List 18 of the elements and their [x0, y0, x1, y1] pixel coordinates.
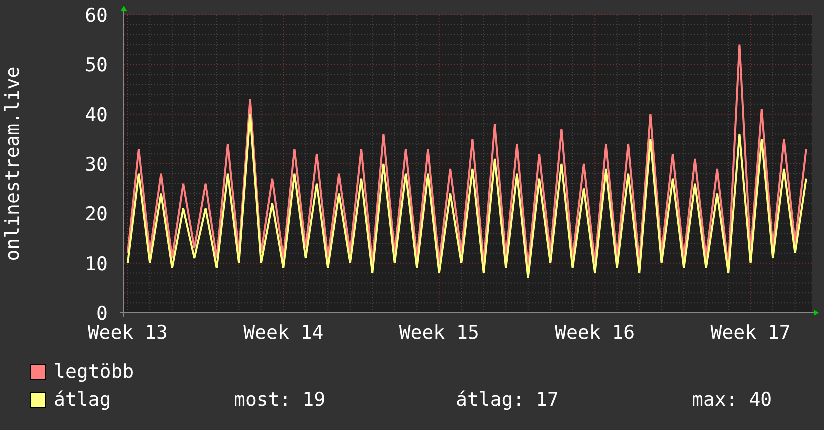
y-tick-label: 50 — [85, 54, 108, 77]
y-axis-label: onlinestream.live — [2, 66, 24, 262]
legend-stat: most: 19 — [234, 388, 327, 413]
y-tick-label: 30 — [85, 154, 108, 176]
legend-label: átlag — [54, 388, 112, 413]
x-tick-label: Week 16 — [555, 322, 636, 344]
x-tick-label: Week 14 — [244, 322, 324, 344]
y-tick-label: 10 — [85, 253, 108, 276]
y-tick-label: 60 — [85, 5, 108, 27]
x-tick-label: Week 17 — [710, 322, 791, 344]
x-tick-label: Week 15 — [399, 322, 480, 344]
legend-stat: átlag: 17 — [456, 388, 560, 413]
y-tick-label: 40 — [85, 104, 108, 126]
legend-stat: max: 40 — [692, 388, 772, 413]
legend-label: legtöbb — [54, 360, 136, 385]
x-tick-label: Week 13 — [88, 322, 168, 344]
y-tick-label: 0 — [96, 303, 108, 325]
y-tick-label: 20 — [85, 204, 108, 226]
